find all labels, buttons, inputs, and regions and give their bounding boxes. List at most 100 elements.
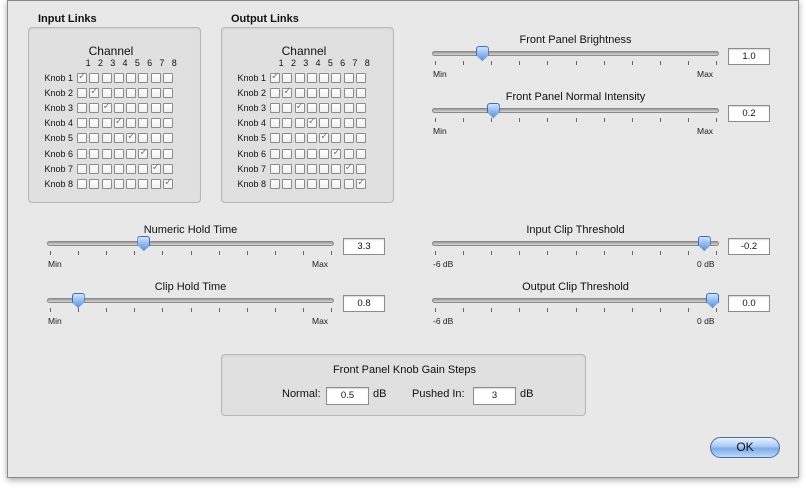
input-link-checkbox[interactable]	[113, 178, 124, 189]
output-link-checkbox[interactable]	[270, 133, 280, 144]
output-link-checkbox[interactable]	[331, 103, 342, 114]
output-link-checkbox[interactable]	[356, 118, 367, 129]
input-link-checkbox[interactable]	[89, 118, 100, 129]
front-panel-brightness-slider-thumb[interactable]	[475, 46, 489, 61]
output-link-checkbox[interactable]	[356, 103, 367, 114]
input-link-checkbox[interactable]	[163, 163, 174, 174]
input-link-checkbox[interactable]	[126, 131, 137, 144]
output-clip-threshold-slider-track[interactable]	[432, 298, 719, 303]
input-link-checkbox[interactable]	[163, 148, 174, 159]
output-link-checkbox[interactable]	[331, 133, 342, 144]
output-link-checkbox[interactable]	[306, 178, 317, 189]
output-link-checkbox[interactable]	[343, 162, 354, 174]
output-link-checkbox[interactable]	[306, 116, 317, 129]
output-link-checkbox[interactable]	[270, 148, 280, 159]
input-link-checkbox[interactable]	[138, 147, 149, 159]
output-link-checkbox[interactable]	[319, 131, 330, 144]
input-link-checkbox[interactable]	[89, 163, 100, 174]
ok-button[interactable]: OK	[710, 437, 780, 458]
output-link-checkbox[interactable]	[356, 163, 367, 174]
output-link-checkbox[interactable]	[294, 88, 305, 99]
output-link-checkbox[interactable]	[343, 73, 354, 83]
input-link-checkbox[interactable]	[126, 103, 137, 114]
output-link-checkbox[interactable]	[270, 71, 280, 83]
output-link-checkbox[interactable]	[294, 73, 305, 83]
input-link-checkbox[interactable]	[113, 148, 124, 159]
input-link-checkbox[interactable]	[126, 163, 137, 174]
output-link-checkbox[interactable]	[331, 118, 342, 129]
output-link-checkbox[interactable]	[294, 133, 305, 144]
pushed-in-gain-field[interactable]: 3	[473, 387, 516, 405]
input-link-checkbox[interactable]	[89, 73, 100, 83]
input-link-checkbox[interactable]	[126, 148, 137, 159]
input-link-checkbox[interactable]	[138, 133, 149, 144]
input-link-checkbox[interactable]	[126, 73, 137, 83]
output-link-checkbox[interactable]	[319, 88, 330, 99]
input-link-checkbox[interactable]	[101, 88, 112, 99]
front-panel-normal-intensity-value-field[interactable]: 0.2	[728, 105, 770, 122]
output-link-checkbox[interactable]	[294, 148, 305, 159]
output-link-checkbox[interactable]	[343, 133, 354, 144]
output-link-checkbox[interactable]	[294, 118, 305, 129]
input-link-checkbox[interactable]	[77, 118, 87, 129]
output-link-checkbox[interactable]	[356, 133, 367, 144]
clip-hold-time-slider-thumb[interactable]	[71, 293, 85, 308]
input-link-checkbox[interactable]	[77, 148, 87, 159]
input-clip-threshold-slider-thumb[interactable]	[697, 236, 711, 251]
input-link-checkbox[interactable]	[138, 73, 149, 83]
output-link-checkbox[interactable]	[306, 163, 317, 174]
output-link-checkbox[interactable]	[270, 178, 280, 189]
output-link-checkbox[interactable]	[319, 103, 330, 114]
input-link-checkbox[interactable]	[150, 73, 161, 83]
input-link-checkbox[interactable]	[138, 88, 149, 99]
input-link-checkbox[interactable]	[138, 163, 149, 174]
front-panel-brightness-slider-track[interactable]	[432, 51, 719, 56]
output-link-checkbox[interactable]	[331, 163, 342, 174]
output-link-checkbox[interactable]	[306, 103, 317, 114]
input-link-checkbox[interactable]	[113, 103, 124, 114]
input-link-checkbox[interactable]	[150, 162, 161, 174]
output-link-checkbox[interactable]	[343, 103, 354, 114]
input-link-checkbox[interactable]	[163, 177, 174, 189]
output-link-checkbox[interactable]	[282, 86, 293, 99]
front-panel-normal-intensity-slider-thumb[interactable]	[486, 103, 500, 118]
output-link-checkbox[interactable]	[343, 88, 354, 99]
input-link-checkbox[interactable]	[89, 133, 100, 144]
output-link-checkbox[interactable]	[282, 178, 293, 189]
input-link-checkbox[interactable]	[126, 178, 137, 189]
numeric-hold-time-slider-track[interactable]	[47, 241, 334, 246]
input-link-checkbox[interactable]	[101, 163, 112, 174]
output-link-checkbox[interactable]	[282, 118, 293, 129]
input-link-checkbox[interactable]	[101, 101, 112, 114]
numeric-hold-time-slider-thumb[interactable]	[137, 236, 151, 251]
output-link-checkbox[interactable]	[282, 133, 293, 144]
output-clip-threshold-value-field[interactable]: 0.0	[728, 295, 770, 312]
input-link-checkbox[interactable]	[138, 118, 149, 129]
input-link-checkbox[interactable]	[150, 148, 161, 159]
output-link-checkbox[interactable]	[319, 148, 330, 159]
input-link-checkbox[interactable]	[138, 103, 149, 114]
clip-hold-time-slider-track[interactable]	[47, 298, 334, 303]
output-link-checkbox[interactable]	[356, 73, 367, 83]
input-link-checkbox[interactable]	[163, 133, 174, 144]
input-link-checkbox[interactable]	[89, 86, 100, 99]
input-link-checkbox[interactable]	[101, 133, 112, 144]
output-link-checkbox[interactable]	[282, 163, 293, 174]
input-link-checkbox[interactable]	[163, 118, 174, 129]
input-link-checkbox[interactable]	[126, 88, 137, 99]
input-link-checkbox[interactable]	[101, 178, 112, 189]
output-link-checkbox[interactable]	[331, 73, 342, 83]
output-link-checkbox[interactable]	[282, 148, 293, 159]
output-link-checkbox[interactable]	[343, 118, 354, 129]
input-link-checkbox[interactable]	[163, 88, 174, 99]
output-link-checkbox[interactable]	[319, 118, 330, 129]
input-link-checkbox[interactable]	[163, 73, 174, 83]
output-link-checkbox[interactable]	[343, 178, 354, 189]
output-link-checkbox[interactable]	[306, 73, 317, 83]
input-link-checkbox[interactable]	[77, 103, 87, 114]
output-link-checkbox[interactable]	[306, 148, 317, 159]
output-link-checkbox[interactable]	[319, 163, 330, 174]
input-link-checkbox[interactable]	[101, 73, 112, 83]
input-link-checkbox[interactable]	[113, 133, 124, 144]
output-link-checkbox[interactable]	[270, 88, 280, 99]
